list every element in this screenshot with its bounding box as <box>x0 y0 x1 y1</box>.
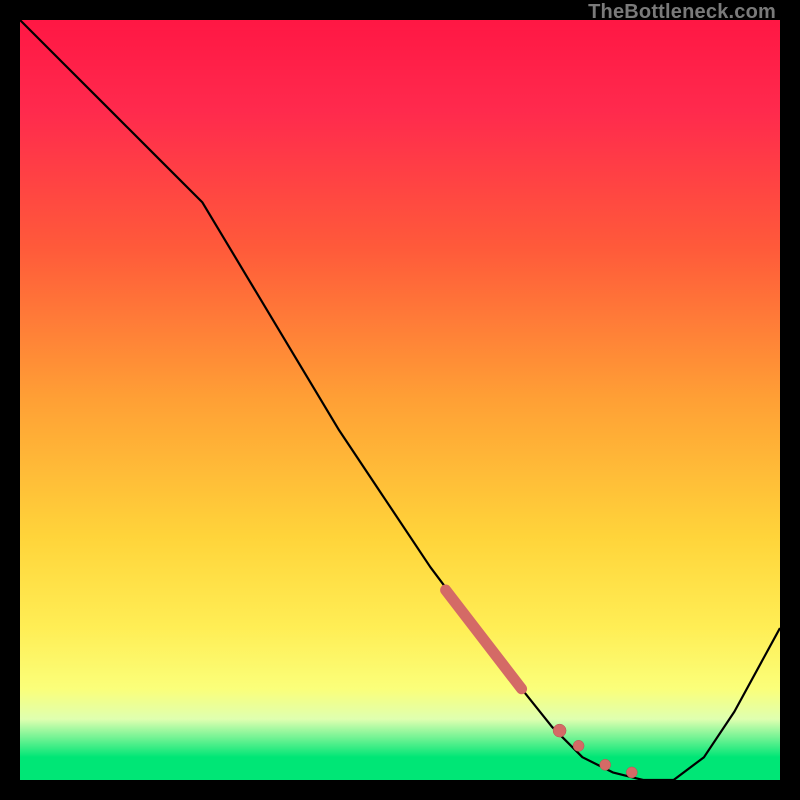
highlight-dot <box>626 767 637 778</box>
watermark-text: TheBottleneck.com <box>588 1 776 24</box>
highlight-dots <box>553 724 637 778</box>
highlight-dot <box>573 740 584 751</box>
highlight-dot <box>553 724 566 737</box>
highlight-segment <box>446 590 522 689</box>
chart-frame <box>20 20 780 780</box>
bottleneck-curve <box>20 20 780 780</box>
plot-svg <box>20 20 780 780</box>
highlight-dot <box>600 759 611 770</box>
highlight-segment-line <box>446 590 522 689</box>
curve-path <box>20 20 780 780</box>
